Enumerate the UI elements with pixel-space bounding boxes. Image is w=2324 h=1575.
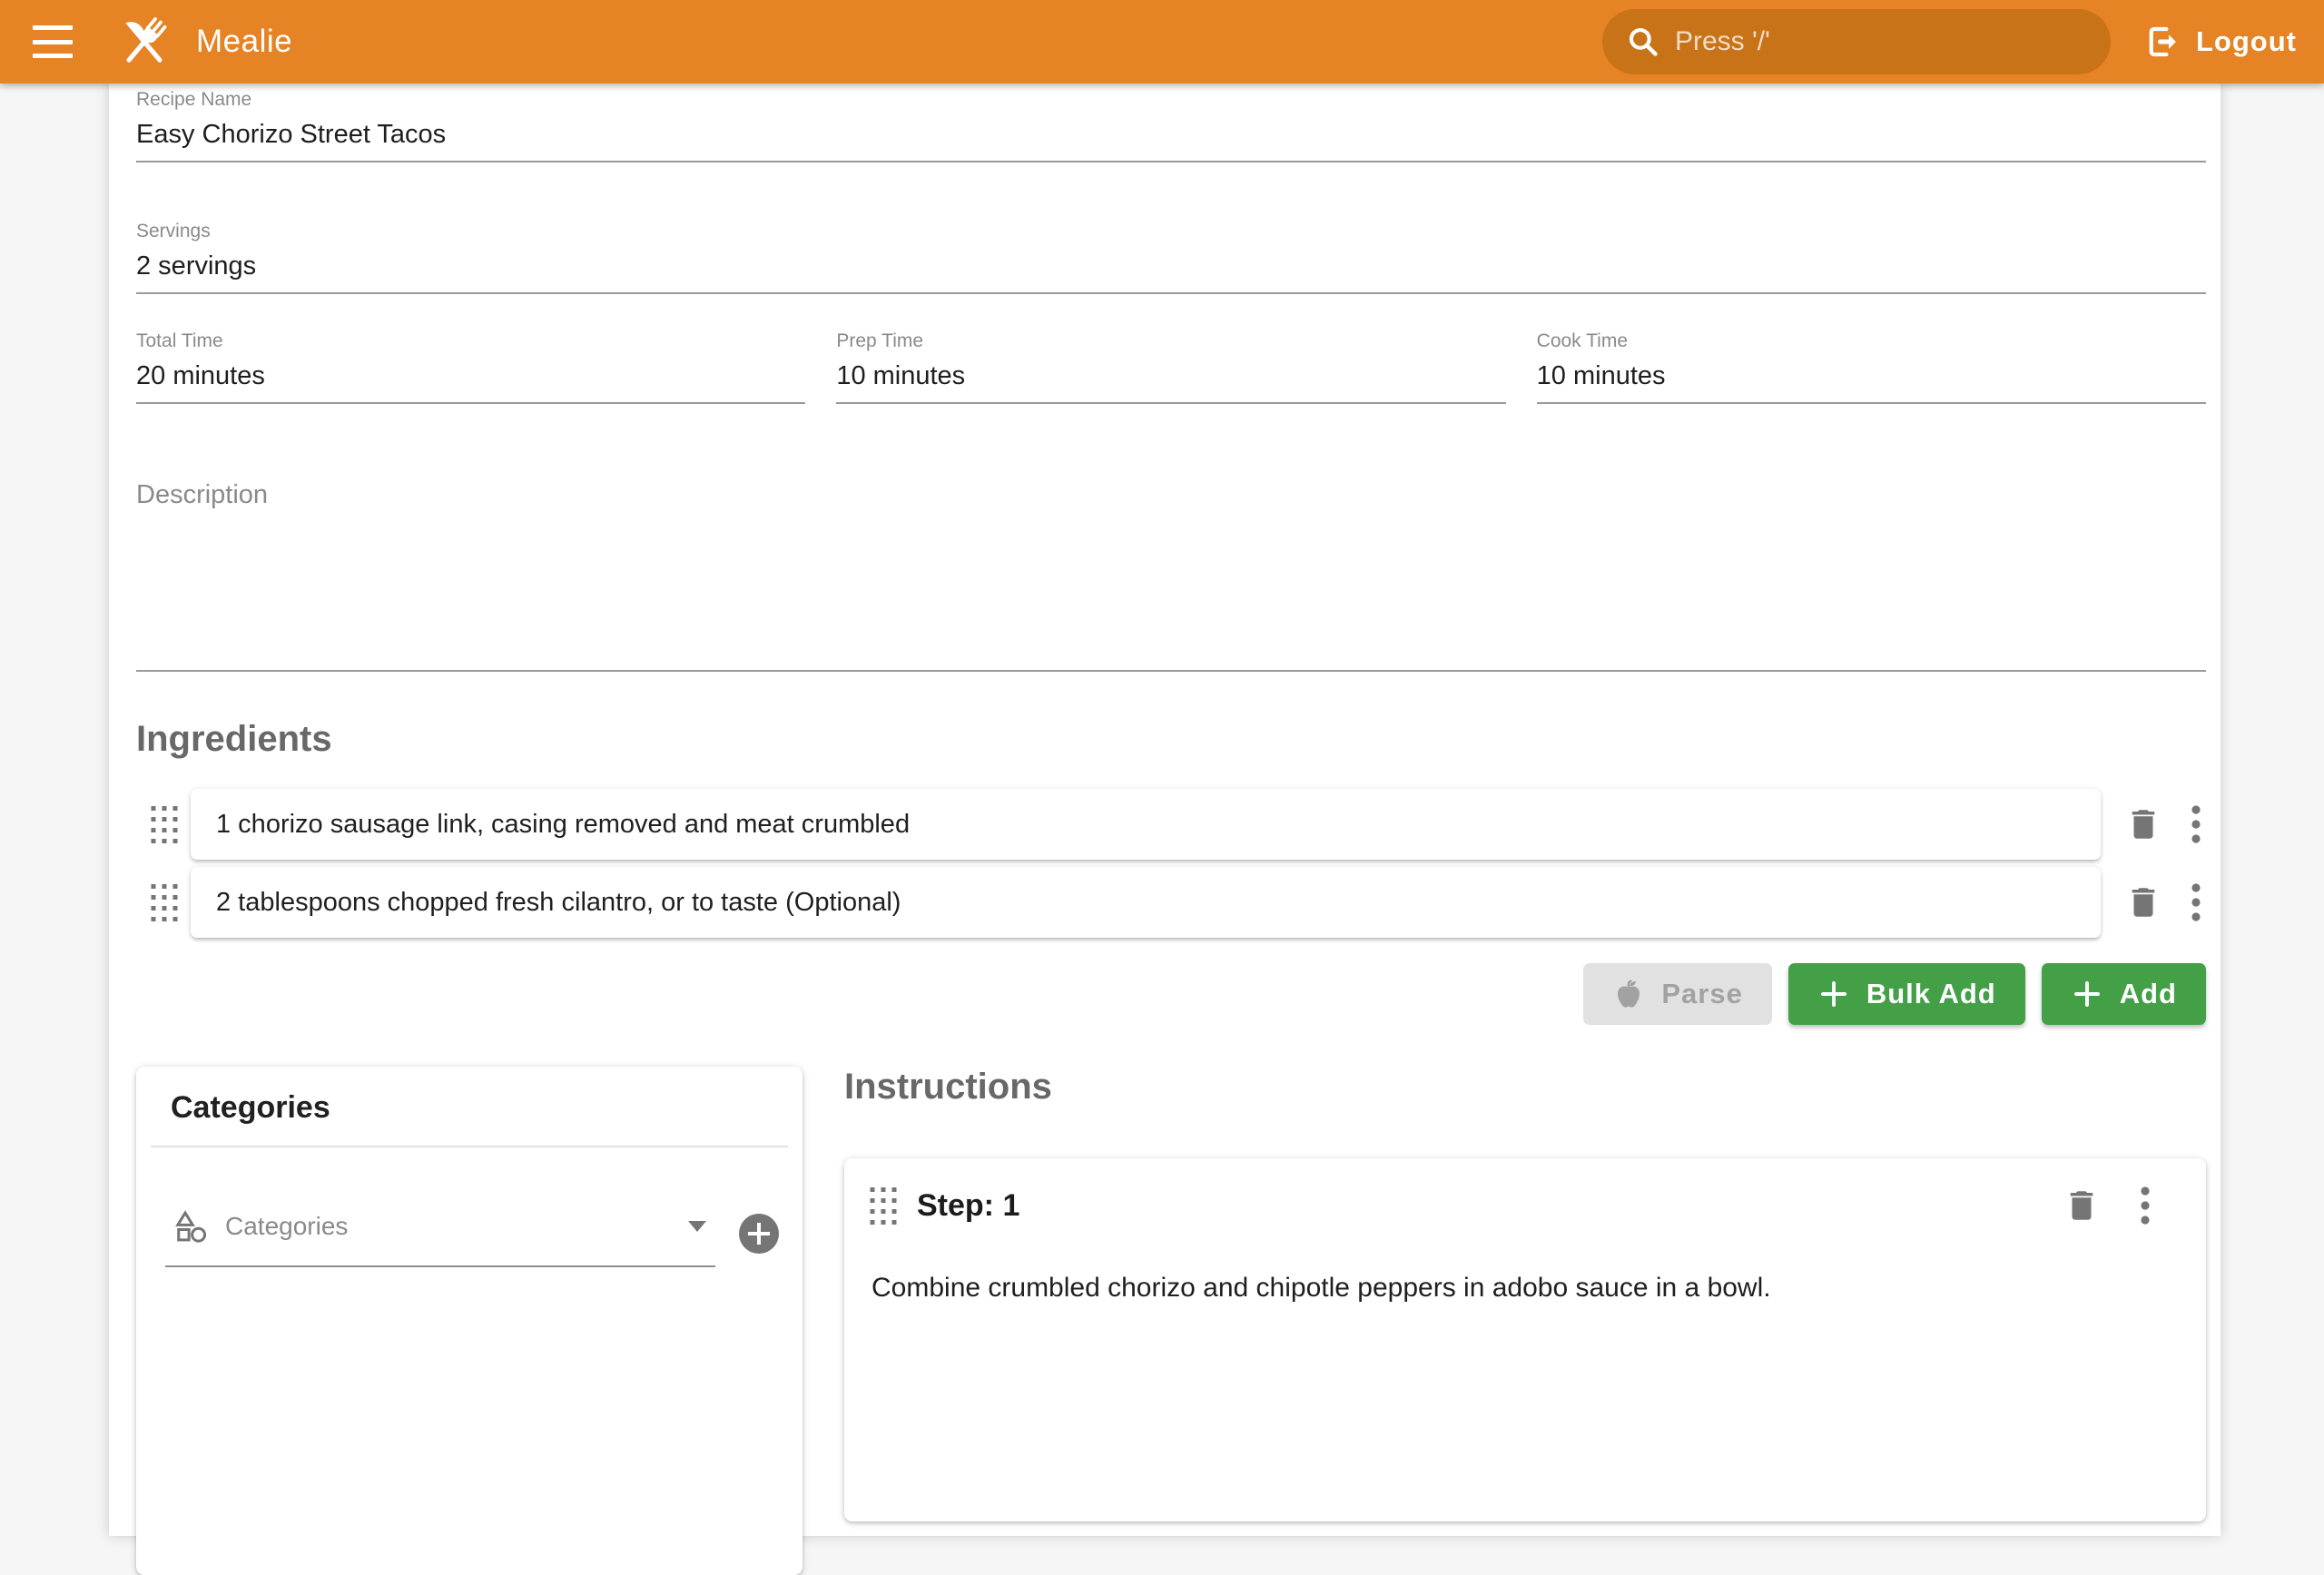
recipe-name-input[interactable]: Easy Chorizo Street Tacos — [136, 120, 2206, 162]
instructions-column: Instructions Step: 1 — [844, 1067, 2206, 1521]
plus-icon — [2071, 978, 2103, 1010]
parse-label: Parse — [1661, 978, 1742, 1010]
description-field[interactable]: Description — [136, 480, 2206, 672]
delete-step-button[interactable] — [2063, 1186, 2101, 1225]
ingredient-input[interactable]: 2 tablespoons chopped fresh cilantro, or… — [191, 867, 2101, 938]
trash-icon — [2063, 1186, 2101, 1225]
prep-time-field: Prep Time 10 minutes — [836, 330, 1505, 404]
recipe-name-label: Recipe Name — [136, 89, 2206, 111]
cook-time-input[interactable]: 10 minutes — [1537, 361, 2206, 404]
chevron-down-icon — [688, 1221, 706, 1232]
ingredient-actions-row: Parse Bulk Add Add — [136, 963, 2206, 1025]
menu-icon[interactable] — [33, 25, 73, 58]
trash-icon — [2124, 805, 2162, 843]
bulk-add-button[interactable]: Bulk Add — [1788, 963, 2025, 1025]
recipe-editor-sheet: Recipe Name Easy Chorizo Street Tacos Se… — [109, 84, 2221, 1536]
description-label: Description — [136, 480, 2206, 510]
add-label: Add — [2120, 978, 2177, 1010]
ingredients-list: 1 chorizo sausage link, casing removed a… — [136, 789, 2206, 938]
step-text-input[interactable]: Combine crumbled chorizo and chipotle pe… — [870, 1273, 2152, 1304]
step-title: Step: 1 — [917, 1188, 1019, 1224]
parse-button[interactable]: Parse — [1583, 963, 1771, 1025]
description-underline — [136, 670, 2206, 672]
kebab-menu-icon — [2139, 1186, 2152, 1226]
delete-ingredient-button[interactable] — [2124, 805, 2162, 843]
total-time-field: Total Time 20 minutes — [136, 330, 805, 404]
shapes-icon — [174, 1209, 209, 1244]
logout-label: Logout — [2196, 25, 2297, 58]
lower-columns: Categories Categories — [136, 1067, 2206, 1575]
cook-time-label: Cook Time — [1537, 330, 2206, 352]
ingredient-menu-button[interactable] — [2190, 804, 2202, 844]
servings-label: Servings — [136, 221, 2206, 242]
recipe-name-field: Recipe Name Easy Chorizo Street Tacos — [136, 89, 2206, 162]
instructions-header: Instructions — [844, 1067, 2206, 1107]
search-input[interactable]: Press '/' — [1602, 9, 2111, 74]
prep-time-label: Prep Time — [836, 330, 1505, 352]
ingredient-row: 1 chorizo sausage link, casing removed a… — [136, 789, 2206, 860]
servings-field: Servings 2 servings — [136, 221, 2206, 294]
drag-handle-icon[interactable] — [870, 1187, 897, 1225]
ingredient-row: 2 tablespoons chopped fresh cilantro, or… — [136, 867, 2206, 938]
add-button[interactable]: Add — [2042, 963, 2206, 1025]
delete-ingredient-button[interactable] — [2124, 883, 2162, 921]
categories-select[interactable]: Categories — [165, 1200, 715, 1267]
step-menu-button[interactable] — [2139, 1186, 2152, 1226]
prep-time-input[interactable]: 10 minutes — [836, 361, 1505, 404]
kebab-menu-icon — [2190, 882, 2202, 922]
logout-button[interactable]: Logout — [2143, 23, 2297, 61]
plus-icon — [1817, 978, 1850, 1010]
categories-card-title: Categories — [171, 1090, 803, 1126]
search-icon — [1626, 25, 1660, 59]
kebab-menu-icon — [2190, 804, 2202, 844]
app-bar: Mealie Press '/' Logout — [0, 0, 2324, 84]
instruction-step-card: Step: 1 Combine crumbled chorizo and chi… — [844, 1158, 2206, 1521]
drag-handle-icon[interactable] — [151, 884, 178, 921]
categories-select-row: Categories — [136, 1200, 803, 1267]
search-placeholder: Press '/' — [1675, 26, 1770, 57]
trash-icon — [2124, 883, 2162, 921]
cook-time-field: Cook Time 10 minutes — [1537, 330, 2206, 404]
total-time-label: Total Time — [136, 330, 805, 352]
total-time-input[interactable]: 20 minutes — [136, 361, 805, 404]
logout-icon — [2143, 23, 2181, 61]
categories-divider — [151, 1146, 788, 1147]
ingredient-menu-button[interactable] — [2190, 882, 2202, 922]
app-logo-icon — [114, 12, 174, 72]
apple-icon — [1612, 978, 1645, 1010]
categories-select-label: Categories — [225, 1212, 348, 1241]
categories-column: Categories Categories — [136, 1067, 803, 1575]
add-category-button[interactable] — [739, 1214, 779, 1254]
time-fields-row: Total Time 20 minutes Prep Time 10 minut… — [136, 330, 2206, 404]
ingredients-header: Ingredients — [136, 719, 2206, 760]
servings-input[interactable]: 2 servings — [136, 251, 2206, 294]
app-title: Mealie — [196, 24, 292, 60]
drag-handle-icon[interactable] — [151, 806, 178, 843]
ingredient-input[interactable]: 1 chorizo sausage link, casing removed a… — [191, 789, 2101, 860]
bulk-add-label: Bulk Add — [1866, 978, 1996, 1010]
step-header-row: Step: 1 — [870, 1186, 2152, 1226]
categories-card: Categories Categories — [136, 1067, 803, 1575]
